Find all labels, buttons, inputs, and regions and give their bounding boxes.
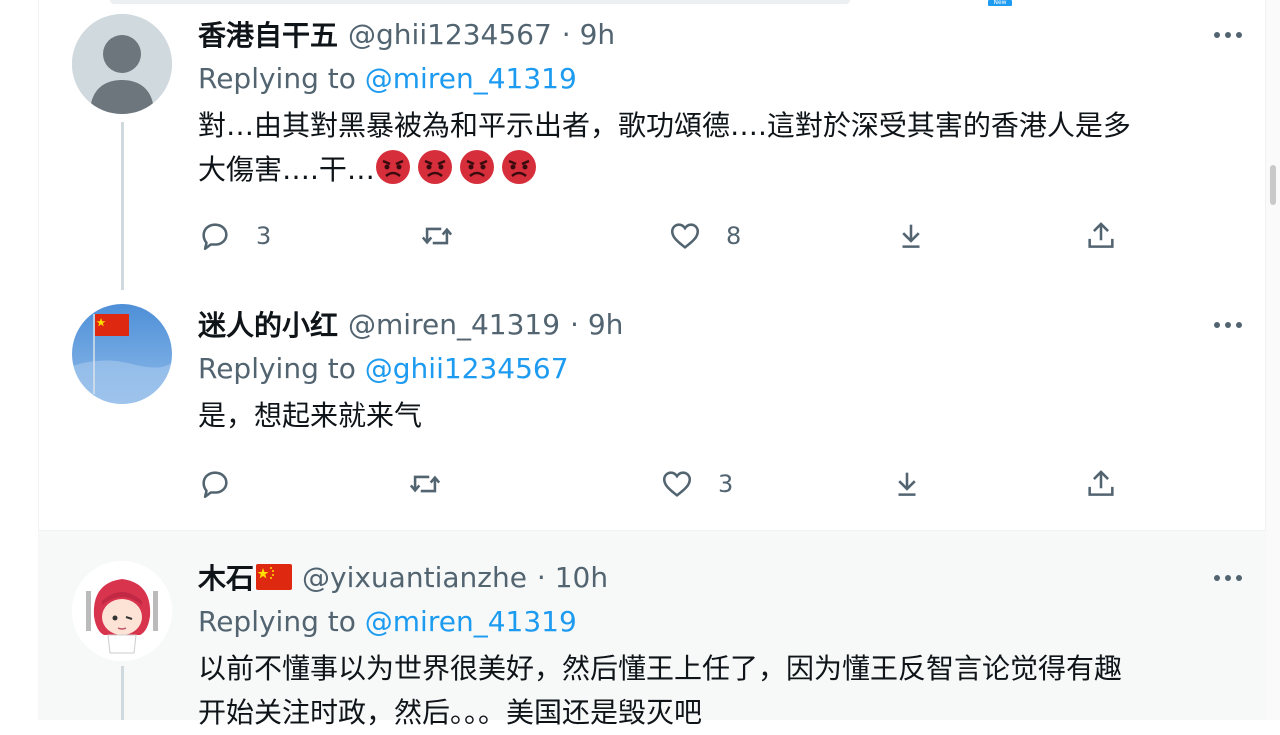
angry-face-icon <box>417 150 452 184</box>
tweet-1[interactable]: 香港自干五 @ghii1234567 · 9h Replying to @mir… <box>38 0 1266 290</box>
replying-label: Replying to <box>198 605 356 638</box>
more-options-button[interactable] <box>1208 310 1248 340</box>
replying-to: Replying to @miren_41319 <box>198 62 577 95</box>
share-button[interactable] <box>1084 216 1118 256</box>
share-icon <box>1088 470 1114 496</box>
share-icon <box>1088 222 1114 248</box>
reply-icon <box>202 471 228 499</box>
angry-face-icon <box>459 150 494 184</box>
tweet-text-line: 對…由其對黑暴被為和平示出者，歌功頌德….這對於深受其害的香港人是多 <box>198 109 1131 142</box>
scrollbar[interactable] <box>1265 0 1280 720</box>
bookmark-button[interactable] <box>890 464 924 504</box>
china-flag-icon <box>256 564 293 590</box>
avatar-flag-sky[interactable] <box>72 304 172 404</box>
mention-link[interactable]: @miren_41319 <box>365 62 577 95</box>
timestamp[interactable]: · 9h <box>570 308 623 341</box>
reply-count: 3 <box>256 222 272 250</box>
heart-icon <box>662 471 692 497</box>
user-handle[interactable]: @miren_41319 <box>348 308 560 341</box>
tweet-text: 是，想起来就来气 <box>198 394 1238 438</box>
avatar-anime[interactable] <box>72 561 172 661</box>
tweet-2[interactable]: 迷人的小红 @miren_41319 · 9h Replying to @ghi… <box>38 290 1266 531</box>
tweet-actions: 3 8 <box>198 216 1114 256</box>
thread-line <box>121 122 124 290</box>
tweet-text-line: 是，想起来就来气 <box>198 399 423 432</box>
anime-character-avatar-icon <box>72 561 172 661</box>
angry-face-icon <box>375 150 410 184</box>
more-options-button[interactable] <box>1208 20 1248 50</box>
more-dots-icon <box>1214 575 1242 581</box>
default-avatar-icon <box>72 14 172 114</box>
more-dots-icon <box>1214 32 1242 38</box>
tweet-text-line-2: 大傷害….干… <box>198 148 1238 192</box>
like-button[interactable]: 3 <box>660 464 733 504</box>
replying-to: Replying to @miren_41319 <box>198 605 577 638</box>
replying-label: Replying to <box>198 62 356 95</box>
more-options-button[interactable] <box>1208 563 1248 593</box>
user-handle[interactable]: @ghii1234567 <box>348 18 552 51</box>
left-gutter <box>0 0 39 720</box>
download-arrow-icon <box>898 472 916 496</box>
display-name[interactable]: 木石 <box>198 557 254 597</box>
more-dots-icon <box>1214 322 1242 328</box>
display-name[interactable]: 迷人的小红 <box>198 304 338 344</box>
tweet-text-line-content: 大傷害….干… <box>198 153 375 186</box>
bookmark-button[interactable] <box>894 216 928 256</box>
replying-label: Replying to <box>198 352 356 385</box>
retweet-button[interactable] <box>408 464 466 504</box>
avatar-default[interactable] <box>72 14 172 114</box>
tweet-text-line: 以前不懂事以为世界很美好，然后懂王上任了，因为懂王反智言论觉得有趣 <box>198 652 1123 685</box>
tweet-text: 以前不懂事以为世界很美好，然后懂王上任了，因为懂王反智言论觉得有趣 开始关注时政… <box>198 647 1238 735</box>
user-handle[interactable]: @yixuantianzhe <box>302 561 527 594</box>
download-arrow-icon <box>902 224 920 248</box>
mention-link[interactable]: @ghii1234567 <box>365 352 569 385</box>
tweet-text: 對…由其對黑暴被為和平示出者，歌功頌德….這對於深受其害的香港人是多 大傷害….… <box>198 104 1238 192</box>
tweet-3[interactable]: 木石 @yixuantianzhe · 10h Replying to @mir… <box>38 531 1266 729</box>
timestamp[interactable]: · 10h <box>537 561 608 594</box>
tweet-actions: 3 <box>198 464 1114 504</box>
retweet-button[interactable] <box>420 216 478 256</box>
heart-icon <box>670 223 700 249</box>
retweet-icon <box>421 227 453 245</box>
share-button[interactable] <box>1084 464 1118 504</box>
like-button[interactable]: 8 <box>668 216 741 256</box>
scrollbar-thumb[interactable] <box>1270 165 1276 205</box>
display-name[interactable]: 香港自干五 <box>198 14 338 54</box>
like-count: 3 <box>718 470 734 498</box>
flag-sky-avatar-icon <box>72 304 172 404</box>
reply-button[interactable]: 3 <box>198 216 271 256</box>
retweet-icon <box>409 475 441 493</box>
reply-icon <box>202 223 228 251</box>
timestamp[interactable]: · 9h <box>562 18 615 51</box>
mention-link[interactable]: @miren_41319 <box>365 605 577 638</box>
replying-to: Replying to @ghii1234567 <box>198 352 569 385</box>
tweet-text-line-2: 开始关注时政，然后。。。美国还是毁灭吧 <box>198 696 703 729</box>
tweet-header: 香港自干五 @ghii1234567 · 9h <box>198 14 615 54</box>
like-count: 8 <box>726 222 742 250</box>
tweet-header: 迷人的小红 @miren_41319 · 9h <box>198 304 623 344</box>
reply-button[interactable] <box>198 464 256 504</box>
tweet-header: 木石 @yixuantianzhe · 10h <box>198 557 608 597</box>
thread-line <box>121 666 124 720</box>
angry-face-icon <box>501 150 536 184</box>
